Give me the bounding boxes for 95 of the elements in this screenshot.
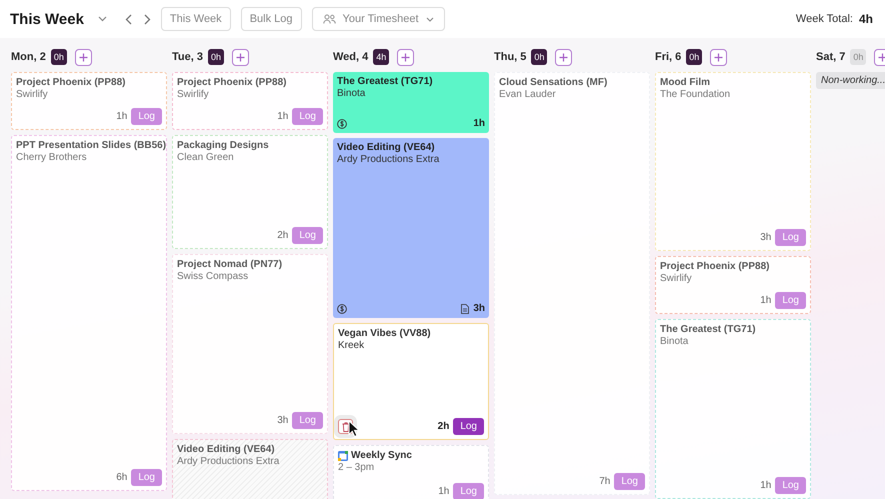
hours-value: 1h [277,111,288,122]
entry-title: The Greatest (TG71) [337,76,434,87]
hours-value: 2h [438,421,450,432]
plus-icon [714,52,724,62]
event-time: 2 – 3pm [338,462,376,473]
previous-icon[interactable] [124,14,132,24]
day-label: Tue, 3 [172,51,203,63]
task-card[interactable]: Cloud Sensations (MF) Evan Lauder 7h Log [494,72,650,495]
hours-badge: 0h [531,49,548,65]
task-card[interactable]: PPT Presentation Slides (BB56) Cherry Brothers 6h Log [11,135,167,491]
add-button[interactable] [397,48,414,66]
cursor-icon [348,420,360,438]
day-label: Mon, 2 [11,51,46,63]
day-label: Sat, 7 [816,51,846,63]
client-name: Kreek [338,340,366,351]
add-button[interactable] [74,48,92,66]
non-working-tag: Non-working... [816,72,885,89]
client-name: Ardy Productions Extra [337,154,440,165]
hours-value: 1h [760,480,772,491]
logged-entry-card[interactable]: Video Editing (VE64) Ardy Productions Extra 3h [333,138,489,318]
hours-value: 3h [277,415,288,426]
hours-badge: 0h [208,49,224,65]
chevron-down-icon[interactable] [98,16,107,22]
plus-icon [401,52,410,62]
task-card[interactable]: The Greatest (TG71) Binota 1h Log [655,319,811,499]
task-card[interactable]: Mood Film The Foundation 3h Log [655,72,811,251]
entry-title: Video Editing (VE64) [177,444,276,455]
client-name: Binota [337,88,366,99]
client-name: Clean Green [177,152,235,163]
entry-title: Project Phoenix (PP88) [16,77,126,88]
plus-icon [236,52,245,62]
entry-title: Project Phoenix (PP88) [177,77,288,88]
entry-title: Project Nomad (PN77) [177,259,284,270]
plus-icon [878,52,885,62]
page-title: This Week [10,10,84,28]
entry-title: Project Phoenix (PP88) [660,261,770,272]
hours-value: 1h [116,111,128,122]
add-button[interactable] [232,48,249,66]
hours-value: 3h [760,232,772,243]
client-name: Swirlify [660,273,693,284]
hours-badge: 0h [50,49,67,65]
entry-title: Weekly Sync [351,450,412,461]
client-name: The Foundation [660,89,732,100]
hours-value: 1h [760,295,772,306]
day-label: Fri, 6 [655,51,682,63]
week-total-label: Week Total: [796,13,853,25]
day-label: Wed, 4 [333,51,368,63]
dollar-icon [337,304,347,314]
hours-value: 3h [473,303,485,314]
client-name: Swirlify [16,89,49,100]
hours-value: 1h [473,118,485,129]
entry-title: Vegan Vibes (VV88) [338,328,432,339]
task-card[interactable]: Project Phoenix (PP88) Swirlify 1h Log [172,72,328,130]
caret-icon [426,16,434,22]
log-button[interactable]: Log [453,418,484,435]
client-name: Binota [660,336,690,347]
task-card[interactable]: Project Phoenix (PP88) Swirlify 1h Log [655,256,811,314]
dollar-icon [337,118,347,128]
client-name: Ardy Productions Extra [177,456,280,467]
add-button[interactable] [710,48,728,66]
hours-value: 7h [599,476,610,487]
people-icon [322,14,336,24]
hours-value: 1h [438,486,450,497]
timesheet-dropdown[interactable]: Your Timesheet [312,7,445,31]
week-total-value: 4h [858,12,873,26]
toolbar-button[interactable]: Bulk Log [240,7,302,31]
task-card[interactable]: Vegan Vibes (VV88) Kreek 2h Log [333,323,489,440]
client-name: Swirlify [177,89,210,100]
day-label: Thu, 5 [494,51,526,63]
entry-title: Cloud Sensations (MF) [499,77,608,88]
task-card[interactable]: Project Phoenix (PP88) Swirlify 1h Log [11,72,167,130]
plus-icon [78,52,88,62]
task-card[interactable]: Video Editing (VE64) Ardy Productions Extra [172,439,328,499]
hours-value: 2h [277,230,288,241]
hours-badge: 0h [686,49,702,65]
entry-title: The Greatest (TG71) [660,324,757,335]
plus-icon [559,52,568,62]
event-card[interactable]: Weekly Sync 2 – 3pm 1h Log [333,445,489,499]
calendar-icon [338,450,348,460]
hours-badge: 0h [850,49,866,65]
add-button[interactable] [555,48,572,66]
logged-entry-card[interactable]: The Greatest (TG71) Binota 1h [333,72,489,133]
task-card[interactable]: Project Nomad (PN77) Swiss Compass 3h Log [172,254,328,434]
toolbar-button[interactable]: This Week [160,7,231,31]
client-name: Evan Lauder [499,89,557,100]
entry-title: Packaging Designs [177,140,270,151]
client-name: Cherry Brothers [16,152,88,163]
task-card[interactable]: Packaging Designs Clean Green 2h Log [172,135,328,249]
client-name: Swiss Compass [177,271,250,282]
hours-badge: 4h [373,49,390,65]
next-icon[interactable] [144,14,151,24]
entry-title: Mood Film [660,77,711,88]
hours-value: 6h [116,472,128,483]
entry-title: Video Editing (VE64) [337,142,436,153]
trash-icon [342,422,350,432]
